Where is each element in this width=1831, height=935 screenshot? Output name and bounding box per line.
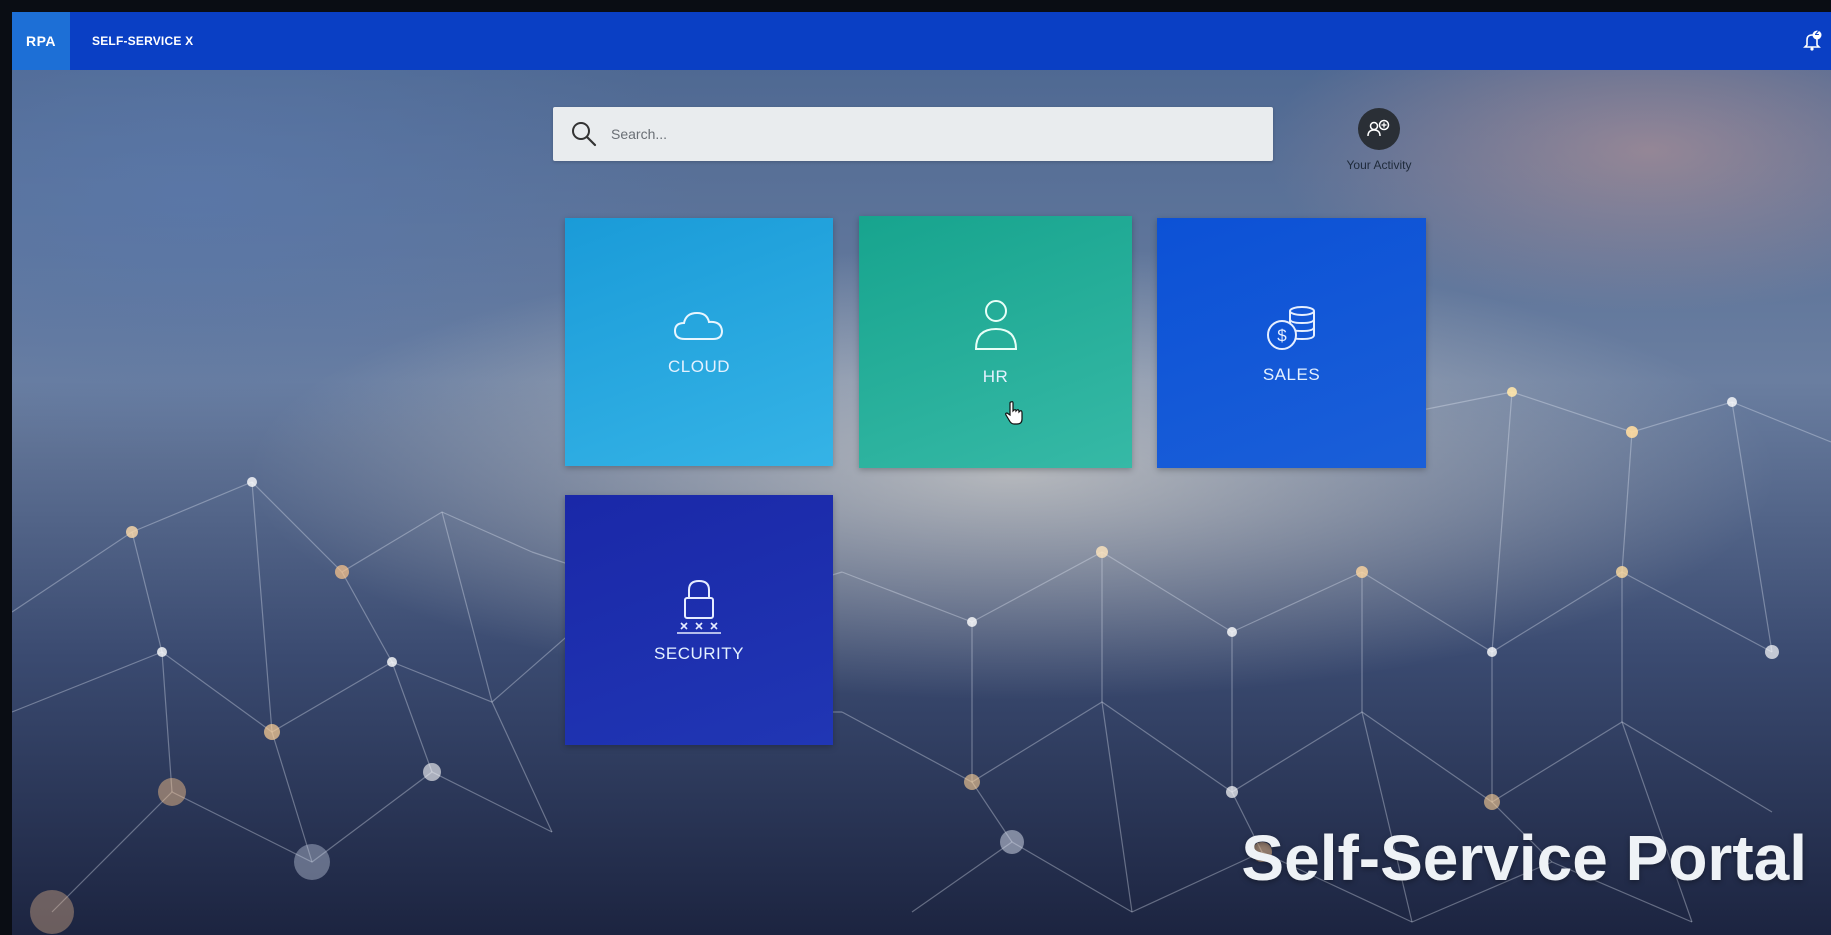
- tile-security[interactable]: SECURITY: [565, 495, 833, 745]
- search-icon: [572, 122, 597, 147]
- coins-dollar-icon: $: [1266, 306, 1315, 350]
- notification-button[interactable]: 2: [1801, 28, 1823, 52]
- lock-password-icon: [677, 579, 721, 634]
- cloud-icon: [673, 311, 724, 340]
- tile-cloud[interactable]: CLOUD: [565, 218, 833, 466]
- tile-sales[interactable]: $ SALES: [1157, 218, 1426, 468]
- person-icon: [974, 300, 1017, 350]
- svg-text:$: $: [1277, 326, 1287, 345]
- tile-hr[interactable]: HR: [859, 216, 1132, 468]
- tile-label: CLOUD: [667, 357, 730, 376]
- activity-avatar: [1358, 108, 1400, 150]
- people-activity-icon: [1367, 119, 1390, 137]
- app-name[interactable]: SELF-SERVICE X: [92, 34, 193, 48]
- app-window: RPA SELF-SERVICE X 2 Yo: [12, 12, 1831, 935]
- brand-logo[interactable]: RPA: [12, 12, 70, 70]
- search-input[interactable]: [609, 125, 1253, 143]
- tile-label: SECURITY: [654, 644, 744, 663]
- search-bar[interactable]: [553, 107, 1273, 161]
- your-activity-button[interactable]: Your Activity: [1324, 108, 1434, 188]
- top-bar: RPA SELF-SERVICE X 2: [12, 12, 1831, 70]
- tile-label: HR: [982, 367, 1009, 386]
- notification-count: 2: [1814, 28, 1820, 37]
- tile-label: SALES: [1262, 365, 1321, 384]
- activity-label: Your Activity: [1346, 158, 1412, 172]
- portal-title: Self-Service Portal: [1241, 822, 1807, 894]
- hand-cursor-icon: [1005, 401, 1023, 425]
